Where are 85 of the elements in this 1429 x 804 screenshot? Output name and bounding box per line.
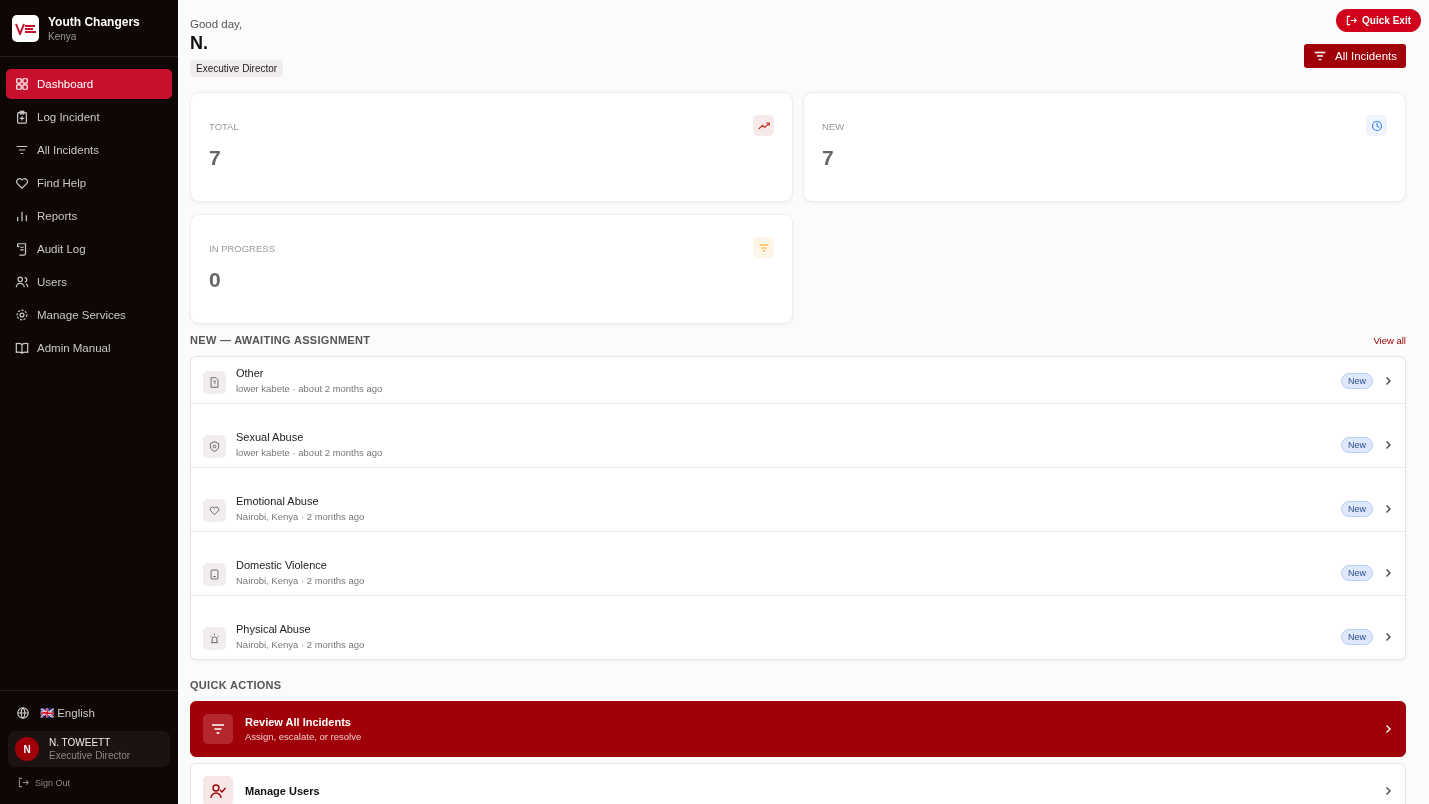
bars-icon — [15, 209, 29, 223]
clipboard-icon — [15, 110, 29, 124]
nav-item[interactable]: Reports — [6, 201, 172, 231]
role-badge: Executive Director — [190, 60, 284, 77]
nav-item[interactable]: All Incidents — [6, 135, 172, 165]
trend-up-icon — [753, 115, 774, 136]
incident-meta: Nairobi, Kenya · 2 months ago — [236, 575, 366, 586]
stat-label: TOTAL — [209, 121, 239, 132]
chevron-right-icon — [1383, 440, 1393, 450]
heart-icon — [15, 176, 29, 190]
exit-icon — [1346, 15, 1358, 26]
chevron-right-icon — [1383, 632, 1393, 642]
filter-icon — [203, 714, 233, 744]
status-badge: New — [1341, 437, 1373, 453]
clock-icon — [1366, 115, 1387, 136]
language-selector[interactable]: 🇬🇧 English — [8, 703, 170, 723]
incident-title: Sexual Abuse — [236, 431, 305, 443]
globe-icon — [16, 706, 30, 720]
incident-meta: Nairobi, Kenya · 2 months ago — [236, 639, 366, 650]
filter-icon — [15, 143, 29, 157]
incident-row[interactable]: Emotional Abuse Nairobi, Kenya · 2 months ago New — [191, 467, 1405, 531]
filter-icon — [753, 237, 774, 258]
nav-item[interactable]: Find Help — [6, 168, 172, 198]
status-badge: New — [1341, 629, 1373, 645]
stat-label: NEW — [822, 121, 845, 132]
status-badge: New — [1341, 565, 1373, 581]
user-heading: N. — [190, 33, 208, 54]
sign-out-icon — [18, 777, 29, 788]
question-document-icon — [203, 371, 226, 394]
incident-title: Other — [236, 367, 265, 379]
quick-exit-button[interactable]: Quick Exit — [1336, 9, 1421, 32]
gear-icon — [15, 308, 29, 322]
nav-item[interactable]: Admin Manual — [6, 333, 172, 363]
section-title: QUICK ACTIONS — [190, 679, 283, 691]
nav-item[interactable]: Manage Services — [6, 300, 172, 330]
quick-action-card[interactable]: Review All Incidents Assign, escalate, or resolve — [190, 701, 1406, 757]
org-name: Youth Changers — [48, 15, 140, 29]
action-title: Review All Incidents — [245, 716, 352, 728]
users-icon — [15, 275, 29, 289]
filter-icon — [1313, 49, 1327, 63]
status-badge: New — [1341, 501, 1373, 517]
greeting-text: Good day, — [190, 18, 243, 30]
incident-meta: lower kabete · about 2 months ago — [236, 447, 384, 458]
shield-icon — [203, 435, 226, 458]
view-all-link[interactable]: View all — [1373, 334, 1406, 346]
user-name: N. TOWEETT — [49, 737, 112, 748]
chevron-right-icon — [1383, 568, 1393, 578]
book-icon — [15, 341, 29, 355]
user-avatar: N — [15, 737, 39, 761]
org-logo — [12, 15, 39, 42]
incident-title: Domestic Violence — [236, 559, 328, 571]
incident-title: Emotional Abuse — [236, 495, 320, 507]
incident-row[interactable]: Domestic Violence Nairobi, Kenya · 2 months ago New — [191, 531, 1405, 595]
stat-value: 7 — [209, 146, 222, 170]
action-title: Manage Users — [245, 785, 321, 797]
status-badge: New — [1341, 373, 1373, 389]
grid-icon — [15, 77, 29, 91]
nav-item[interactable]: Dashboard — [6, 69, 172, 99]
chevron-right-icon — [1383, 504, 1393, 514]
nav-item[interactable]: Users — [6, 267, 172, 297]
org-country: Kenya — [48, 31, 78, 42]
incident-row[interactable]: Other lower kabete · about 2 months ago New — [191, 357, 1405, 403]
scroll-icon — [15, 242, 29, 256]
chevron-right-icon — [1383, 724, 1393, 734]
user-role: Executive Director — [49, 750, 131, 761]
incident-row[interactable]: Physical Abuse Nairobi, Kenya · 2 months ago New — [191, 595, 1405, 659]
stat-label: IN PROGRESS — [209, 243, 275, 254]
incident-meta: lower kabete · about 2 months ago — [236, 383, 384, 394]
nav-item[interactable]: Log Incident — [6, 102, 172, 132]
user-check-icon — [203, 776, 233, 804]
all-incidents-button[interactable]: All Incidents — [1304, 44, 1406, 68]
stat-value: 7 — [822, 146, 835, 170]
building-icon — [203, 563, 226, 586]
nav-item[interactable]: Audit Log — [6, 234, 172, 264]
sign-out-link[interactable]: Sign Out — [8, 775, 81, 790]
chevron-right-icon — [1383, 376, 1393, 386]
chevron-right-icon — [1383, 786, 1393, 796]
incident-row[interactable]: Sexual Abuse lower kabete · about 2 months ago New — [191, 403, 1405, 467]
section-title: NEW — AWAITING ASSIGNMENT — [190, 334, 371, 346]
stat-value: 0 — [209, 268, 222, 292]
siren-icon — [203, 627, 226, 650]
incident-meta: Nairobi, Kenya · 2 months ago — [236, 511, 366, 522]
quick-action-card[interactable]: Manage Users — [190, 763, 1406, 804]
action-subtitle: Assign, escalate, or resolve — [245, 731, 363, 742]
incident-title: Physical Abuse — [236, 623, 312, 635]
